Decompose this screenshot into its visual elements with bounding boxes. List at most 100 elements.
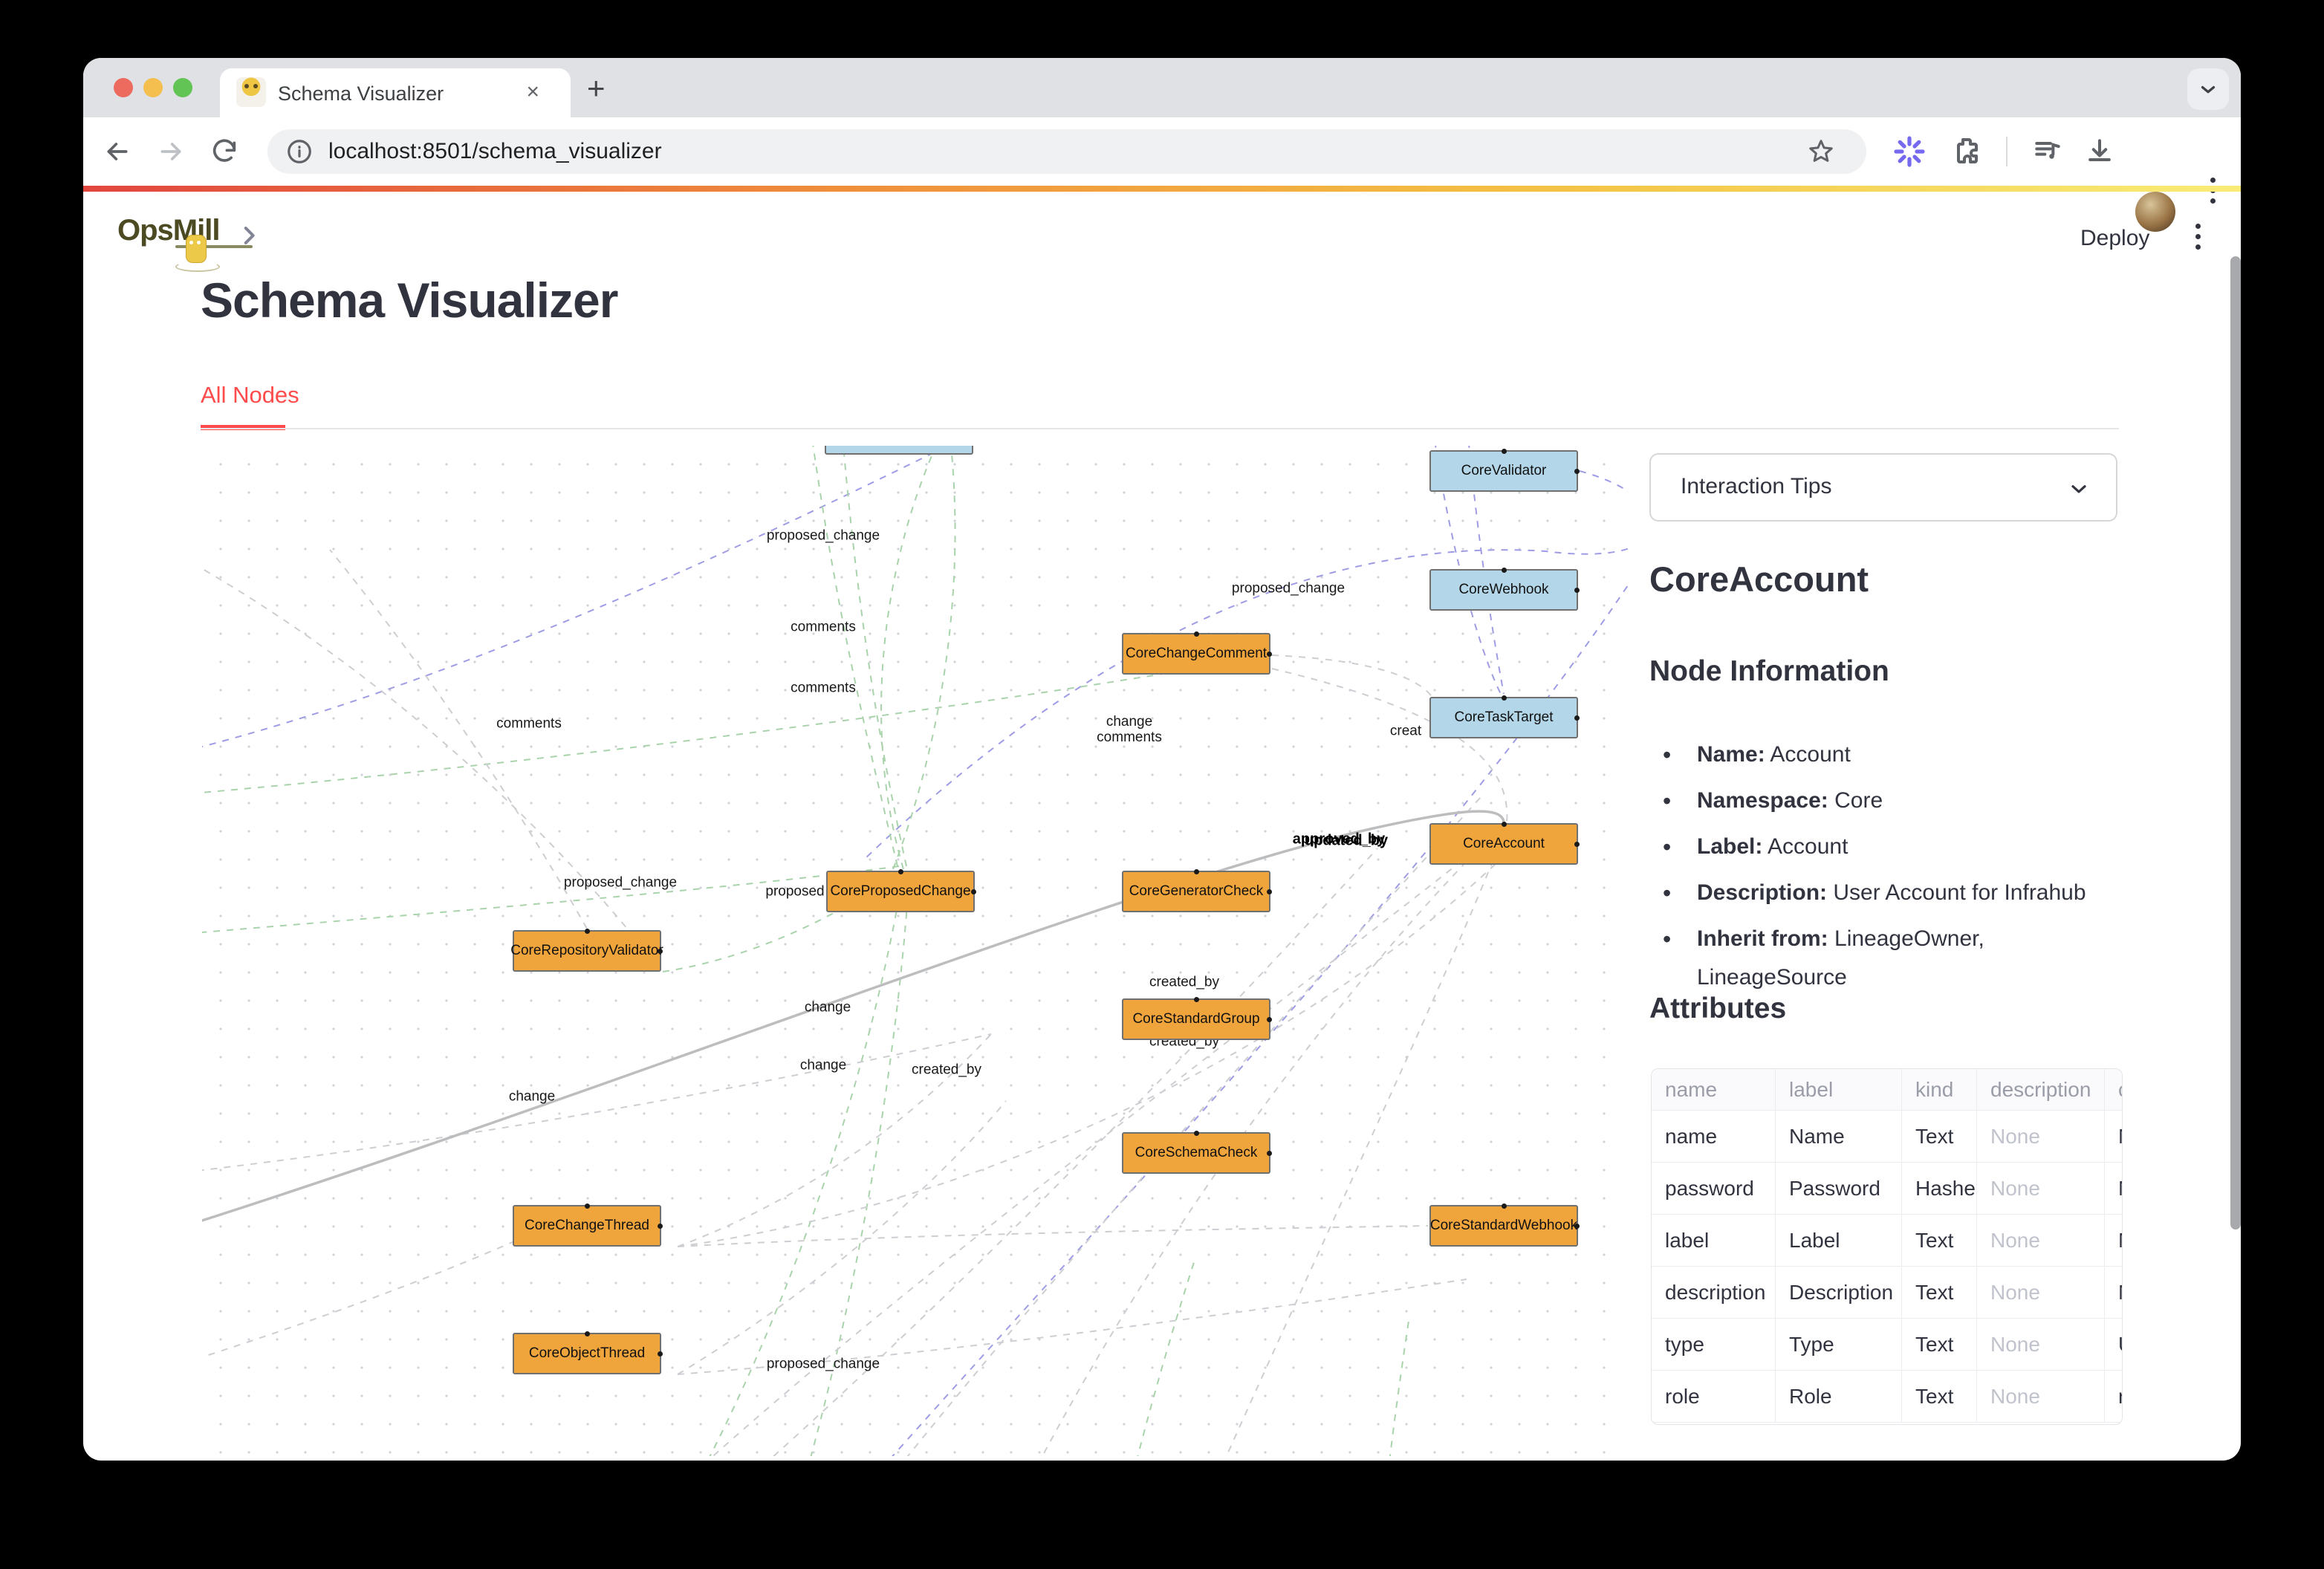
attr-cell: U xyxy=(2105,1319,2123,1371)
attr-cell: None xyxy=(1977,1111,2105,1163)
graph-node-coreschemacheck[interactable]: CoreSchemaCheck xyxy=(1122,1132,1270,1174)
attr-cell: type xyxy=(1652,1319,1776,1371)
bookmark-star-icon[interactable] xyxy=(1807,137,1835,166)
tab-strip: Schema Visualizer × + xyxy=(83,58,2241,117)
attr-cell: Text xyxy=(1902,1111,1977,1163)
graph-node-coregeneratorcheck[interactable]: CoreGeneratorCheck xyxy=(1122,871,1270,912)
schema-graph-canvas[interactable]: proposed_changecommentscommentscommentsp… xyxy=(202,446,1629,1456)
attr-col-header: name xyxy=(1652,1069,1776,1111)
attr-cell: N xyxy=(2105,1267,2123,1319)
edge-label: proposed_change xyxy=(767,1357,880,1372)
attr-cell: None xyxy=(1977,1319,2105,1371)
graph-node-corevalidator[interactable]: CoreValidator xyxy=(1429,450,1578,492)
attr-col-header: kind xyxy=(1902,1069,1977,1111)
graph-node-corewebhook[interactable]: CoreWebhook xyxy=(1429,569,1578,611)
graph-edges xyxy=(202,446,1629,1456)
browser-tab[interactable]: Schema Visualizer × xyxy=(220,68,571,117)
edge-label: proposed_change xyxy=(564,875,677,891)
toolbar-separator xyxy=(2006,137,2007,166)
edge-label: change comments xyxy=(1097,714,1162,745)
graph-node-coreobjectthread[interactable]: CoreObjectThread xyxy=(513,1333,661,1374)
edge-label: change xyxy=(805,1000,851,1016)
attr-cell: name xyxy=(1652,1111,1776,1163)
graph-node-corechangecomment[interactable]: CoreChangeComment xyxy=(1122,633,1270,675)
graph-node-corestandardwebhook[interactable]: CoreStandardWebhook xyxy=(1429,1205,1578,1247)
streamlit-menu-icon[interactable] xyxy=(2181,217,2214,256)
graph-node-corechangethread[interactable]: CoreChangeThread xyxy=(513,1205,661,1247)
attr-cell: Name xyxy=(1776,1111,1902,1163)
attr-cell: HashedPassword xyxy=(1902,1163,1977,1215)
interaction-tips-expander[interactable]: Interaction Tips xyxy=(1649,453,2117,522)
attr-cell: Description xyxy=(1776,1267,1902,1319)
graph-node-coretasktarget[interactable]: CoreTaskTarget xyxy=(1429,697,1578,738)
attr-cell: Type xyxy=(1776,1319,1902,1371)
graph-node-coreaccount[interactable]: CoreAccount xyxy=(1429,823,1578,865)
attr-cell: r xyxy=(2105,1371,2123,1423)
edge-label: change xyxy=(800,1058,846,1073)
tab-search-chevron-button[interactable] xyxy=(2187,68,2229,110)
attr-cell: Text xyxy=(1902,1371,1977,1423)
edge-label: created_by xyxy=(912,1062,981,1078)
back-icon[interactable] xyxy=(103,137,132,166)
edge-label: proposed xyxy=(765,884,824,900)
node-info-item: Description: User Account for Infrahub xyxy=(1654,874,2100,912)
attr-cell: N xyxy=(2105,1111,2123,1163)
deploy-button[interactable]: Deploy xyxy=(2080,226,2149,251)
page-scrollbar[interactable] xyxy=(2230,256,2241,1229)
edge-label: updated_by xyxy=(1305,834,1388,849)
attr-cell: None xyxy=(1977,1267,2105,1319)
graph-node-corerepositoryvalidator[interactable]: CoreRepositoryValidator xyxy=(513,930,661,972)
attr-cell: None xyxy=(1977,1215,2105,1267)
new-tab-button[interactable]: + xyxy=(587,75,606,102)
tab-title: Schema Visualizer xyxy=(278,82,444,105)
sidebar-expand-chevron-icon[interactable] xyxy=(236,223,262,248)
forward-icon[interactable] xyxy=(156,137,186,166)
tabs-divider xyxy=(201,428,2119,429)
edge-label: comments xyxy=(791,620,856,635)
browser-window: Schema Visualizer × + localhost:8501/sch… xyxy=(83,58,2241,1461)
attributes-heading: Attributes xyxy=(1649,993,1786,1025)
graph-node-coreproposedchange[interactable]: CoreProposedChange xyxy=(826,871,975,912)
media-playlist-icon[interactable] xyxy=(2031,135,2064,168)
edge-label: proposed_change xyxy=(1232,581,1345,597)
edge-label: comments xyxy=(791,680,856,696)
attr-cell: Role xyxy=(1776,1371,1902,1423)
window-zoom-button[interactable] xyxy=(173,78,192,97)
attr-cell: None xyxy=(1977,1371,2105,1423)
tab-favicon-icon xyxy=(236,77,266,107)
node-information-heading: Node Information xyxy=(1649,655,1889,688)
details-panel: Interaction Tips CoreAccount Node Inform… xyxy=(1649,446,2120,1456)
site-info-icon[interactable] xyxy=(285,137,314,166)
node-info-item: Label: Account xyxy=(1654,828,2100,866)
expander-label: Interaction Tips xyxy=(1681,474,1831,499)
attr-cell: N xyxy=(2105,1215,2123,1267)
streamlit-decoration-bar xyxy=(83,186,2241,192)
chevron-down-icon xyxy=(2067,477,2091,501)
graph-node-corestandardgroup[interactable]: CoreStandardGroup xyxy=(1122,998,1270,1040)
page-title: Schema Visualizer xyxy=(201,272,617,328)
extensions-puzzle-icon[interactable] xyxy=(1950,134,1985,169)
attr-cell: role xyxy=(1652,1371,1776,1423)
url-bar[interactable]: localhost:8501/schema_visualizer xyxy=(267,129,1866,174)
download-icon[interactable] xyxy=(2083,135,2116,168)
window-minimize-button[interactable] xyxy=(143,78,163,97)
tab-close-icon[interactable]: × xyxy=(526,79,539,105)
graph-node-partial[interactable] xyxy=(825,446,973,455)
edge-label: creat xyxy=(1390,724,1421,739)
attr-cell: Text xyxy=(1902,1319,1977,1371)
selected-node-heading: CoreAccount xyxy=(1649,559,1869,600)
attr-col-header: description xyxy=(1977,1069,2105,1111)
reload-icon[interactable] xyxy=(210,137,239,166)
window-close-button[interactable] xyxy=(114,78,133,97)
edge-label: proposed_change xyxy=(767,528,880,544)
attributes-table[interactable]: namelabelkinddescriptioncnameNameTextNon… xyxy=(1651,1068,2123,1425)
browser-toolbar: localhost:8501/schema_visualizer xyxy=(83,117,2241,186)
attr-cell: None xyxy=(1977,1163,2105,1215)
node-information-list: Name: AccountNamespace: CoreLabel: Accou… xyxy=(1654,735,2100,1004)
opsmill-mascot-icon xyxy=(186,235,207,263)
attr-cell: label xyxy=(1652,1215,1776,1267)
extension-burst-icon[interactable] xyxy=(1892,134,1927,169)
tab-all-nodes[interactable]: All Nodes xyxy=(201,382,299,409)
edge-label: change xyxy=(509,1089,555,1105)
attr-cell: description xyxy=(1652,1267,1776,1319)
